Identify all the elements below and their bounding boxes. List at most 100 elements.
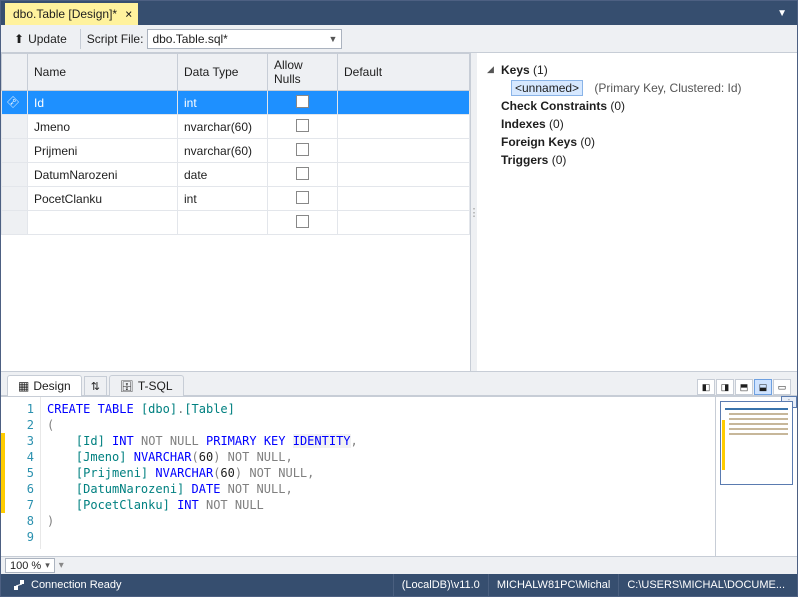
cell-nulls[interactable] bbox=[268, 139, 338, 163]
script-icon: 🗄 bbox=[120, 380, 134, 393]
cell-nulls[interactable] bbox=[268, 187, 338, 211]
design-split: Name Data Type Allow Nulls Default ⚿ Id … bbox=[1, 53, 797, 372]
toolbar-separator bbox=[80, 29, 81, 49]
layout-split-button[interactable]: ⬓ bbox=[754, 379, 772, 395]
col-header-default[interactable]: Default bbox=[338, 54, 470, 91]
update-button[interactable]: ⬆ Update bbox=[7, 29, 74, 49]
key-name-badge[interactable]: <unnamed> bbox=[511, 80, 583, 96]
prop-fkeys-label: Foreign Keys bbox=[501, 135, 577, 149]
prop-check-label: Check Constraints bbox=[501, 99, 607, 113]
cell-default[interactable] bbox=[338, 139, 470, 163]
prop-indexes[interactable]: Indexes (0) bbox=[487, 115, 787, 133]
status-connection: Connection Ready bbox=[5, 574, 130, 596]
layout-buttons: ◧ ◨ ⬒ ⬓ ▭ bbox=[697, 379, 791, 395]
prop-keys[interactable]: ◢ Keys (1) bbox=[487, 61, 787, 79]
prop-check-constraints[interactable]: Check Constraints (0) bbox=[487, 97, 787, 115]
cell-type[interactable] bbox=[178, 211, 268, 235]
table-row[interactable]: ⚿ Id int bbox=[2, 91, 470, 115]
col-header-name[interactable]: Name bbox=[28, 54, 178, 91]
document-tab-title: dbo.Table [Design]* bbox=[13, 7, 117, 21]
cell-name[interactable]: PocetClanku bbox=[28, 187, 178, 211]
tab-tsql[interactable]: 🗄 T-SQL bbox=[109, 375, 184, 396]
primary-key-icon: ⚿ bbox=[4, 94, 21, 111]
close-icon[interactable]: × bbox=[123, 7, 134, 21]
minimap-viewport[interactable] bbox=[720, 401, 793, 485]
checkbox-icon[interactable] bbox=[296, 191, 309, 204]
tab-list-dropdown-icon[interactable]: ▼ bbox=[771, 6, 793, 21]
cell-default[interactable] bbox=[338, 187, 470, 211]
script-file-label: Script File: bbox=[87, 32, 144, 46]
prop-keys-label: Keys bbox=[501, 63, 530, 77]
prop-keys-count: (1) bbox=[533, 63, 548, 77]
collapse-icon[interactable]: ◢ bbox=[487, 64, 494, 75]
status-user: MICHALW81PC\Michal bbox=[488, 574, 619, 596]
code-minimap[interactable]: ÷ bbox=[715, 397, 797, 556]
checkbox-icon[interactable] bbox=[296, 167, 309, 180]
checkbox-icon[interactable] bbox=[296, 143, 309, 156]
chevron-down-icon: ▾ bbox=[45, 560, 50, 571]
document-tab-active[interactable]: dbo.Table [Design]* × bbox=[5, 3, 138, 25]
cell-type[interactable]: int bbox=[178, 91, 268, 115]
change-marker bbox=[1, 433, 5, 513]
cell-default[interactable] bbox=[338, 211, 470, 235]
script-file-combo[interactable]: dbo.Table.sql* ▼ bbox=[147, 29, 342, 49]
layout-right-button[interactable]: ◨ bbox=[716, 379, 734, 395]
swap-panes-button[interactable]: ⇅ bbox=[84, 376, 107, 396]
cell-nulls[interactable] bbox=[268, 163, 338, 187]
table-row[interactable]: Prijmeni nvarchar(60) bbox=[2, 139, 470, 163]
layout-left-button[interactable]: ◧ bbox=[697, 379, 715, 395]
cell-nulls[interactable] bbox=[268, 91, 338, 115]
table-row[interactable]: PocetClanku int bbox=[2, 187, 470, 211]
cell-default[interactable] bbox=[338, 115, 470, 139]
main-area: Name Data Type Allow Nulls Default ⚿ Id … bbox=[1, 53, 797, 574]
code-editor[interactable]: CREATE TABLE [dbo].[Table] ( [Id] INT NO… bbox=[41, 397, 715, 556]
key-detail: (Primary Key, Clustered: Id) bbox=[594, 81, 741, 95]
columns-grid[interactable]: Name Data Type Allow Nulls Default ⚿ Id … bbox=[1, 53, 470, 235]
cell-type[interactable]: nvarchar(60) bbox=[178, 139, 268, 163]
update-label: Update bbox=[28, 32, 67, 46]
cell-type[interactable]: date bbox=[178, 163, 268, 187]
row-header-corner bbox=[2, 54, 28, 91]
status-conn-text: Connection Ready bbox=[31, 579, 122, 591]
table-properties-pane: ◢ Keys (1) <unnamed> (Primary Key, Clust… bbox=[477, 53, 797, 371]
prop-foreign-keys[interactable]: Foreign Keys (0) bbox=[487, 133, 787, 151]
checkbox-icon[interactable] bbox=[296, 119, 309, 132]
col-header-datatype[interactable]: Data Type bbox=[178, 54, 268, 91]
prop-keys-item[interactable]: <unnamed> (Primary Key, Clustered: Id) bbox=[511, 79, 787, 97]
col-header-allownulls[interactable]: Allow Nulls bbox=[268, 54, 338, 91]
layout-top-button[interactable]: ⬒ bbox=[735, 379, 753, 395]
cell-default[interactable] bbox=[338, 91, 470, 115]
prop-triggers-count: (0) bbox=[552, 153, 567, 167]
cell-name[interactable]: Prijmeni bbox=[28, 139, 178, 163]
zoom-combo[interactable]: 100 % ▾ bbox=[5, 558, 55, 573]
chevron-down-icon: ▼ bbox=[329, 34, 338, 44]
columns-grid-pane: Name Data Type Allow Nulls Default ⚿ Id … bbox=[1, 53, 471, 371]
checkbox-icon[interactable] bbox=[296, 215, 309, 228]
tab-design-label: Design bbox=[33, 379, 70, 393]
prop-indexes-label: Indexes bbox=[501, 117, 546, 131]
cell-name[interactable]: Id bbox=[28, 91, 178, 115]
cell-type[interactable]: int bbox=[178, 187, 268, 211]
table-row[interactable]: Jmeno nvarchar(60) bbox=[2, 115, 470, 139]
cell-default[interactable] bbox=[338, 163, 470, 187]
designer-toolbar: ⬆ Update Script File: dbo.Table.sql* ▼ bbox=[1, 25, 797, 53]
table-row-new[interactable] bbox=[2, 211, 470, 235]
cell-name[interactable]: Jmeno bbox=[28, 115, 178, 139]
line-number-gutter: 123456789 bbox=[1, 397, 41, 549]
checkbox-icon[interactable] bbox=[296, 95, 309, 108]
cell-type[interactable]: nvarchar(60) bbox=[178, 115, 268, 139]
layout-bottom-button[interactable]: ▭ bbox=[773, 379, 791, 395]
zoom-value: 100 % bbox=[10, 560, 41, 572]
status-path: C:\USERS\MICHAL\DOCUME... bbox=[618, 574, 793, 596]
cell-name[interactable] bbox=[28, 211, 178, 235]
cell-nulls[interactable] bbox=[268, 211, 338, 235]
table-row[interactable]: DatumNarozeni date bbox=[2, 163, 470, 187]
zoom-bar: 100 % ▾ ▾ bbox=[1, 556, 797, 574]
cell-nulls[interactable] bbox=[268, 115, 338, 139]
cell-name[interactable]: DatumNarozeni bbox=[28, 163, 178, 187]
connection-icon bbox=[13, 579, 25, 591]
tab-design[interactable]: ▦ Design bbox=[7, 375, 82, 396]
tab-tsql-label: T-SQL bbox=[138, 379, 173, 393]
designer-mode-tabs: ▦ Design ⇅ 🗄 T-SQL ◧ ◨ ⬒ ⬓ ▭ bbox=[1, 372, 797, 396]
prop-triggers[interactable]: Triggers (0) bbox=[487, 151, 787, 169]
